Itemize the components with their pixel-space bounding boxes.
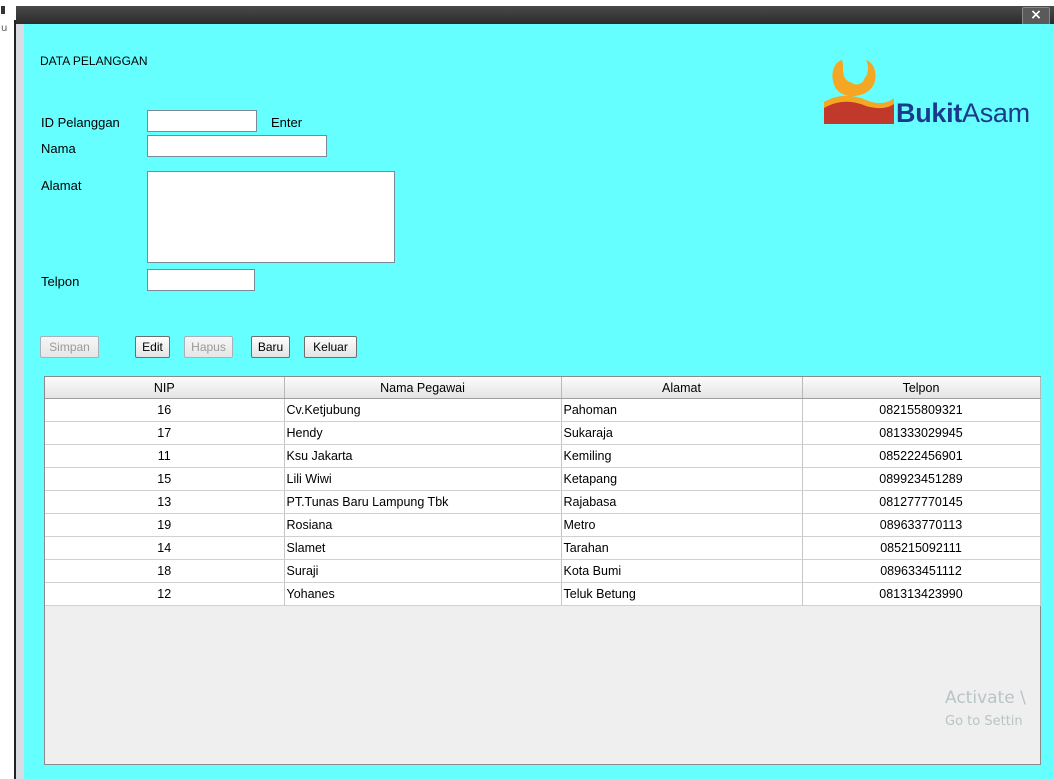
activate-watermark-subtitle: Go to Settin [945,714,1023,729]
cell-alamat: Kota Bumi [561,559,803,583]
hapus-button[interactable]: Hapus [184,336,233,358]
column-header-alamat[interactable]: Alamat [561,377,803,399]
cell-nama: Cv.Ketjubung [284,398,562,422]
table-row[interactable]: 16 Cv.Ketjubung Pahoman 082155809321 [45,398,1041,422]
table-row[interactable]: 12 Yohanes Teluk Betung 081313423990 [45,582,1041,606]
cell-alamat: Pahoman [561,398,803,422]
cell-nip: 19 [45,513,285,537]
column-header-telpon[interactable]: Telpon [802,377,1041,399]
cell-nip: 16 [45,398,285,422]
column-header-nip[interactable]: NIP [45,377,285,399]
nama-label: Nama [41,141,76,156]
cell-alamat: Sukaraja [561,421,803,445]
cell-telpon: 089633770113 [802,513,1041,537]
bukit-asam-logo: BukitAsam [822,48,1054,132]
cell-nama: Lili Wiwi [284,467,562,491]
table-row[interactable]: 14 Slamet Tarahan 085215092111 [45,536,1041,560]
alamat-label: Alamat [41,178,82,193]
table-row[interactable]: 17 Hendy Sukaraja 081333029945 [45,421,1041,445]
cell-alamat: Ketapang [561,467,803,491]
baru-button[interactable]: Baru [251,336,290,358]
id-pelanggan-label: ID Pelanggan [41,115,120,130]
cell-nip: 17 [45,421,285,445]
close-button[interactable]: × [1022,7,1050,25]
desktop-char: u [1,23,8,34]
pelanggan-table[interactable]: NIP Nama Pegawai Alamat Telpon 16 Cv.Ket… [44,376,1041,765]
cell-nip: 14 [45,536,285,560]
cell-telpon: 081313423990 [802,582,1041,606]
cell-telpon: 082155809321 [802,398,1041,422]
telpon-label: Telpon [41,274,80,289]
cell-telpon: 081277770145 [802,490,1041,514]
telpon-input[interactable] [147,269,255,291]
cell-telpon: 085215092111 [802,536,1041,560]
cell-alamat: Kemiling [561,444,803,468]
cell-alamat: Metro [561,513,803,537]
cell-nama: Ksu Jakarta [284,444,562,468]
cell-telpon: 089923451289 [802,467,1041,491]
cell-nama: Yohanes [284,582,562,606]
cell-telpon: 081333029945 [802,421,1041,445]
keluar-button[interactable]: Keluar [304,336,357,358]
table-header-row: NIP Nama Pegawai Alamat Telpon [45,377,1041,399]
window-border [16,24,24,779]
logo-brand-bold: Bukit [896,98,963,128]
nama-input[interactable] [147,135,327,157]
cell-nama: Rosiana [284,513,562,537]
edit-button[interactable]: Edit [135,336,170,358]
cell-alamat: Rajabasa [561,490,803,514]
table-row[interactable]: 18 Suraji Kota Bumi 089633451112 [45,559,1041,583]
logo-text: BukitAsam [896,98,1030,129]
cell-nip: 15 [45,467,285,491]
cell-nama: Slamet [284,536,562,560]
column-header-nama-pegawai[interactable]: Nama Pegawai [284,377,562,399]
table-row[interactable]: 13 PT.Tunas Baru Lampung Tbk Rajabasa 08… [45,490,1041,514]
cell-alamat: Teluk Betung [561,582,803,606]
cell-alamat: Tarahan [561,536,803,560]
logo-brand-light: Asam [962,98,1030,128]
table-row[interactable]: 15 Lili Wiwi Ketapang 089923451289 [45,467,1041,491]
cell-telpon: 085222456901 [802,444,1041,468]
id-pelanggan-input[interactable] [147,110,257,132]
table-row[interactable]: 11 Ksu Jakarta Kemiling 085222456901 [45,444,1041,468]
enter-label: Enter [271,115,303,130]
cell-nama: Hendy [284,421,562,445]
desktop-marker [1,6,5,14]
title-bar: × [16,6,1054,25]
cell-nama: PT.Tunas Baru Lampung Tbk [284,490,562,514]
alamat-textarea[interactable] [147,171,395,263]
simpan-button[interactable]: Simpan [40,336,99,358]
cell-nip: 12 [45,582,285,606]
cell-nip: 18 [45,559,285,583]
cell-nama: Suraji [284,559,562,583]
form-title: DATA PELANGGAN [40,54,148,68]
activate-watermark-title: Activate \ [945,688,1026,708]
cell-nip: 13 [45,490,285,514]
cell-telpon: 089633451112 [802,559,1041,583]
main-panel: DATA PELANGGAN BukitAsam ID Pelanggan En… [24,24,1054,779]
cell-nip: 11 [45,444,285,468]
table-row[interactable]: 19 Rosiana Metro 089633770113 [45,513,1041,537]
